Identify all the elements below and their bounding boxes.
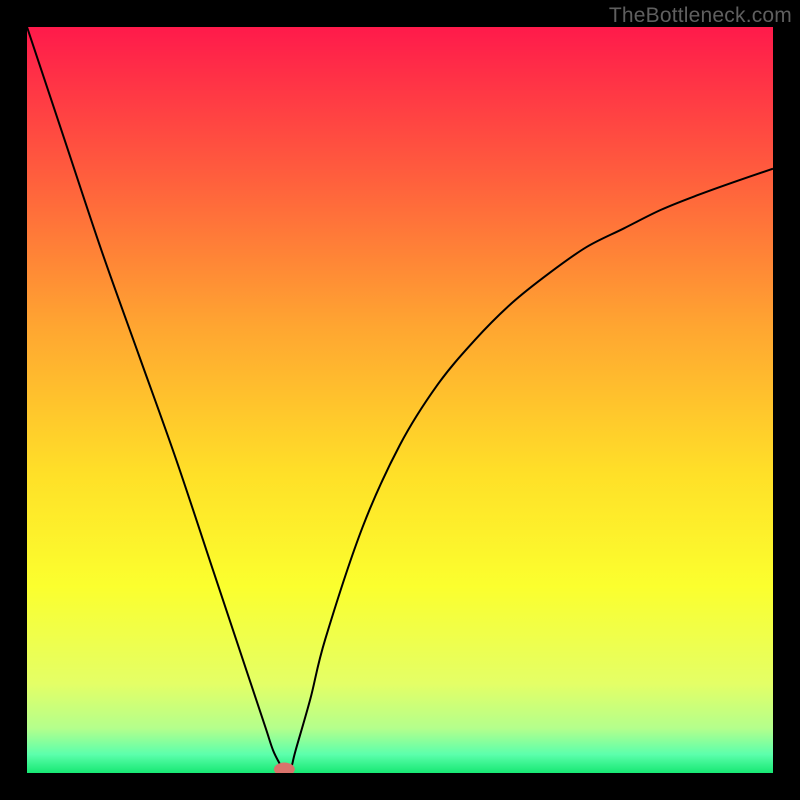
watermark-text: TheBottleneck.com — [609, 4, 792, 28]
chart-frame: TheBottleneck.com — [0, 0, 800, 800]
plot-area — [27, 27, 773, 773]
plot-background — [27, 27, 773, 773]
plot-svg — [27, 27, 773, 773]
